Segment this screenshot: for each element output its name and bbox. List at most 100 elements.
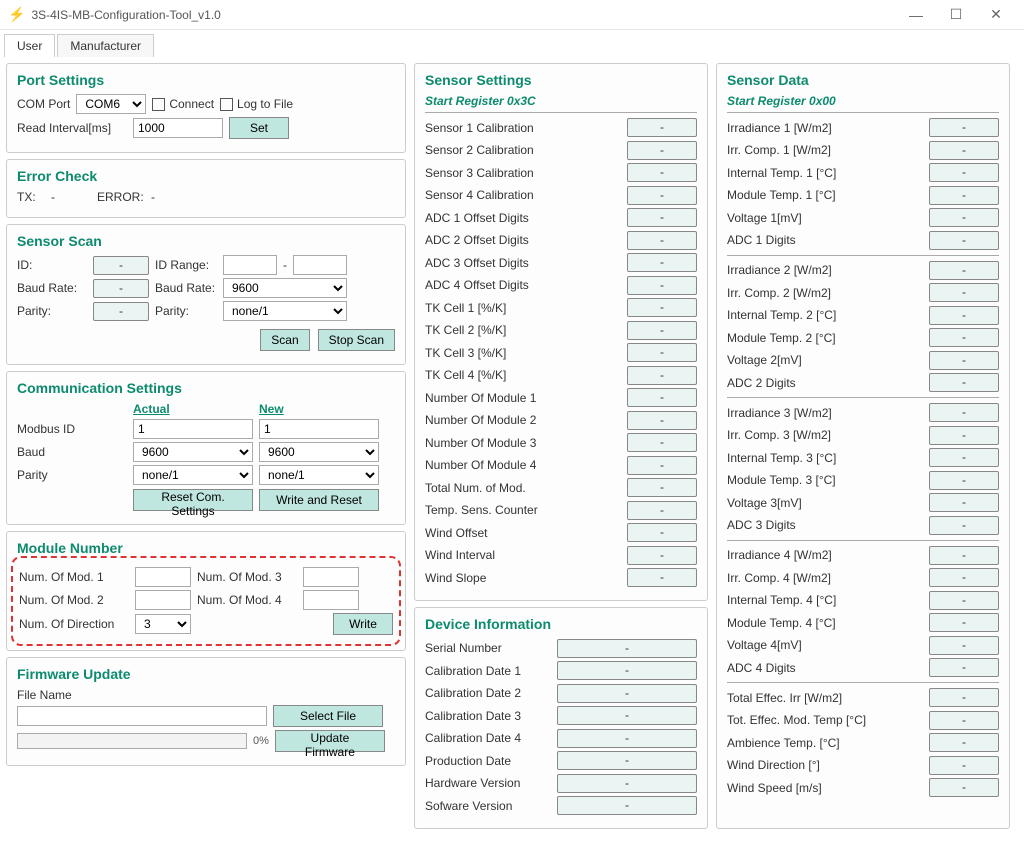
sensor-data-label: Voltage 1[mV] bbox=[727, 211, 802, 225]
scan-parity-select[interactable]: none/1 bbox=[223, 301, 347, 321]
sensor-data-label: Module Temp. 4 [°C] bbox=[727, 616, 836, 630]
sensor-setting-label: ADC 1 Offset Digits bbox=[425, 211, 529, 225]
sensor-setting-label: TK Cell 2 [%/K] bbox=[425, 323, 506, 337]
mod2-input[interactable] bbox=[135, 590, 191, 610]
reset-com-button[interactable]: Reset Com. Settings bbox=[133, 489, 253, 511]
sensor-data-value: - bbox=[929, 328, 999, 347]
sensor-setting-row: Sensor 1 Calibration - bbox=[425, 117, 697, 138]
sensor-setting-row: TK Cell 2 [%/K]- bbox=[425, 320, 697, 341]
scan-baud-select[interactable]: 9600 bbox=[223, 278, 347, 298]
sensor-setting-value: - bbox=[627, 118, 697, 137]
module-write-button[interactable]: Write bbox=[333, 613, 393, 635]
log-to-file-checkbox[interactable]: Log to File bbox=[220, 97, 293, 111]
modbus-actual[interactable] bbox=[133, 419, 253, 439]
sensor-data-value: - bbox=[929, 568, 999, 587]
device-info-row: Calibration Date 2- bbox=[425, 683, 697, 704]
sensor-setting-label: Sensor 1 Calibration bbox=[425, 121, 534, 135]
sensor-settings-subtitle: Start Register 0x3C bbox=[425, 94, 697, 108]
write-reset-button[interactable]: Write and Reset bbox=[259, 489, 379, 511]
sensor-setting-value: - bbox=[627, 141, 697, 160]
sensor-data-row: Internal Temp. 2 [°C]- bbox=[727, 305, 999, 326]
sensor-data-row: Ambience Temp. [°C]- bbox=[727, 732, 999, 753]
tx-value: - bbox=[51, 190, 91, 204]
sensor-data-label: Voltage 3[mV] bbox=[727, 496, 802, 510]
progress-percent: 0% bbox=[253, 735, 269, 747]
sensor-setting-value: - bbox=[627, 411, 697, 430]
sensor-data-label: Wind Direction [°] bbox=[727, 758, 820, 772]
update-firmware-button[interactable]: Update Firmware bbox=[275, 730, 385, 752]
sensor-setting-value: - bbox=[627, 388, 697, 407]
actual-header: Actual bbox=[133, 402, 253, 416]
close-button[interactable]: ✕ bbox=[976, 6, 1016, 23]
device-info-value: - bbox=[557, 661, 697, 680]
sensor-setting-value: - bbox=[627, 208, 697, 227]
mod4-input[interactable] bbox=[303, 590, 359, 610]
com-port-select[interactable]: COM6 bbox=[76, 94, 146, 114]
tab-user[interactable]: User bbox=[4, 34, 55, 57]
sensor-data-label: ADC 4 Digits bbox=[727, 661, 796, 675]
sensor-setting-label: ADC 4 Offset Digits bbox=[425, 278, 529, 292]
sensor-setting-row: Temp. Sens. Counter - bbox=[425, 500, 697, 521]
sensor-data-value: - bbox=[929, 636, 999, 655]
sensor-data-row: ADC 3 Digits- bbox=[727, 515, 999, 536]
minimize-button[interactable]: — bbox=[896, 7, 936, 23]
sensor-setting-value: - bbox=[627, 163, 697, 182]
connect-checkbox[interactable]: Connect bbox=[152, 97, 214, 111]
sensor-data-row: ADC 1 Digits- bbox=[727, 230, 999, 251]
firmware-update-panel: Firmware Update File Name Select File 0%… bbox=[6, 657, 406, 766]
sensor-data-row: Module Temp. 4 [°C]- bbox=[727, 612, 999, 633]
device-info-row: Production Date- bbox=[425, 750, 697, 771]
port-settings-title: Port Settings bbox=[17, 72, 395, 88]
maximize-button[interactable]: ☐ bbox=[936, 6, 976, 23]
device-info-label: Hardware Version bbox=[425, 776, 520, 790]
sensor-data-label: Internal Temp. 4 [°C] bbox=[727, 593, 836, 607]
sensor-setting-row: Total Num. of Mod.- bbox=[425, 477, 697, 498]
device-info-label: Calibration Date 2 bbox=[425, 686, 521, 700]
titlebar: ⚡ 3S-4IS-MB-Configuration-Tool_v1.0 — ☐ … bbox=[0, 0, 1024, 30]
mod2-label: Num. Of Mod. 2 bbox=[19, 593, 129, 607]
mod3-label: Num. Of Mod. 3 bbox=[197, 570, 297, 584]
sensor-data-row: Module Temp. 2 [°C]- bbox=[727, 327, 999, 348]
sensor-data-row: Irradiance 3 [W/m2]- bbox=[727, 402, 999, 423]
sensor-data-label: ADC 3 Digits bbox=[727, 518, 796, 532]
id-range-to[interactable] bbox=[293, 255, 347, 275]
device-info-label: Production Date bbox=[425, 754, 511, 768]
sensor-setting-label: Sensor 2 Calibration bbox=[425, 143, 534, 157]
sensor-setting-label: ADC 3 Offset Digits bbox=[425, 256, 529, 270]
device-info-row: Calibration Date 1- bbox=[425, 660, 697, 681]
tab-manufacturer[interactable]: Manufacturer bbox=[57, 34, 154, 57]
stop-scan-button[interactable]: Stop Scan bbox=[318, 329, 395, 351]
sensor-setting-row: Wind Interval- bbox=[425, 545, 697, 566]
id-range-from[interactable] bbox=[223, 255, 277, 275]
device-info-row: Sofware Version- bbox=[425, 795, 697, 816]
baud-new[interactable]: 9600 bbox=[259, 442, 379, 462]
read-interval-input[interactable] bbox=[133, 118, 223, 138]
sensor-data-value: - bbox=[929, 546, 999, 565]
sensor-data-value: - bbox=[929, 261, 999, 280]
direction-select[interactable]: 3 bbox=[135, 614, 191, 634]
parity-new[interactable]: none/1 bbox=[259, 465, 379, 485]
direction-label: Num. Of Direction bbox=[19, 617, 129, 631]
sensor-setting-value: - bbox=[627, 501, 697, 520]
set-button[interactable]: Set bbox=[229, 117, 289, 139]
scan-button[interactable]: Scan bbox=[260, 329, 309, 351]
mod3-input[interactable] bbox=[303, 567, 359, 587]
mod1-input[interactable] bbox=[135, 567, 191, 587]
sensor-data-value: - bbox=[929, 493, 999, 512]
baud-actual[interactable]: 9600 bbox=[133, 442, 253, 462]
modbus-new[interactable] bbox=[259, 419, 379, 439]
sensor-data-value: - bbox=[929, 208, 999, 227]
sensor-data-label: Module Temp. 3 [°C] bbox=[727, 473, 836, 487]
select-file-button[interactable]: Select File bbox=[273, 705, 383, 727]
filename-input[interactable] bbox=[17, 706, 267, 726]
sensor-setting-value: - bbox=[627, 231, 697, 250]
sensor-setting-label: TK Cell 1 [%/K] bbox=[425, 301, 506, 315]
sensor-data-value: - bbox=[929, 471, 999, 490]
sensor-settings-title: Sensor Settings bbox=[425, 72, 697, 88]
device-info-value: - bbox=[557, 774, 697, 793]
sensor-data-value: - bbox=[929, 351, 999, 370]
parity-actual[interactable]: none/1 bbox=[133, 465, 253, 485]
sensor-setting-label: Temp. Sens. Counter bbox=[425, 503, 538, 517]
sensor-setting-label: Number Of Module 3 bbox=[425, 436, 536, 450]
sensor-setting-value: - bbox=[627, 478, 697, 497]
